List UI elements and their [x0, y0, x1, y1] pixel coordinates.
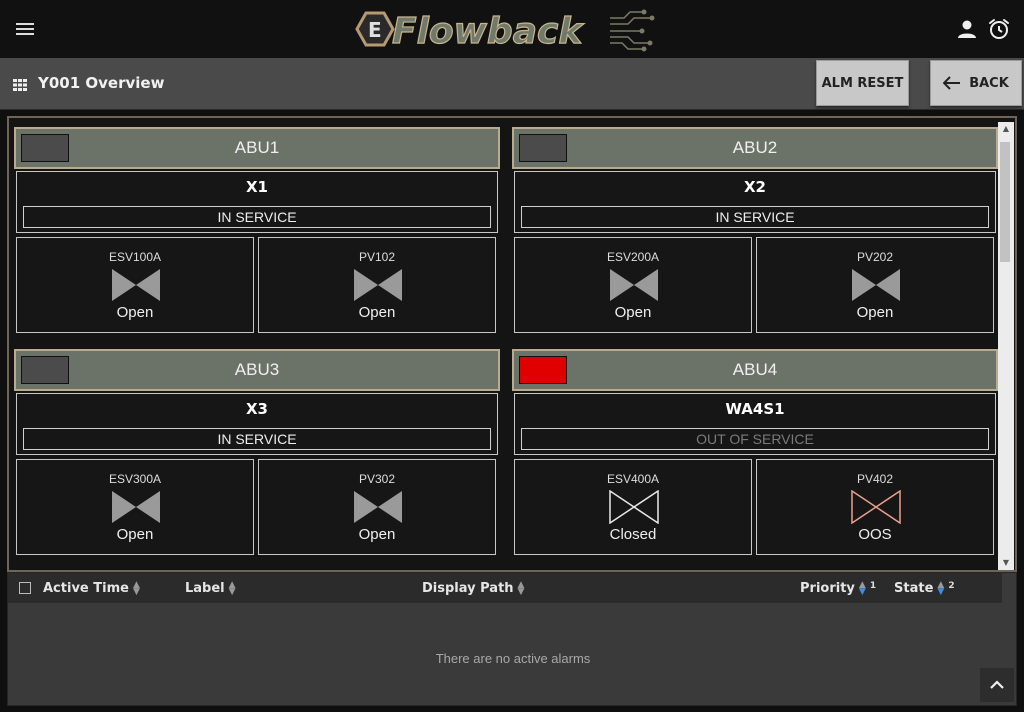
service-status: IN SERVICE [23, 206, 491, 228]
sort-icon[interactable]: ▲ ▼ [859, 580, 866, 596]
valve-cell[interactable]: ESV200A Open [514, 237, 752, 333]
panel-header: ABU1 [14, 127, 500, 169]
column-header[interactable]: Display Path ▲ ▼ [422, 580, 525, 596]
flowback-logo: E Flowback [352, 4, 657, 54]
abu-panel: ABU3 X3 IN SERVICE ESV300A Open PV302 Open [14, 349, 500, 557]
column-header[interactable]: Active Time ▲ ▼ [43, 580, 140, 596]
page-titlebar: Y001 Overview ALM RESET BACK [0, 58, 1024, 110]
column-header[interactable]: Label ▲ ▼ [185, 580, 236, 596]
well-box[interactable]: X2 IN SERVICE [514, 171, 996, 233]
valve-cell[interactable]: PV302 Open [258, 459, 496, 555]
panel-title: ABU2 [732, 138, 778, 157]
scrollbar-thumb[interactable] [1000, 142, 1010, 262]
valve-state: Closed [609, 526, 657, 543]
valve-tag: PV202 [856, 250, 894, 264]
valve-icon [851, 268, 901, 302]
grid-icon [13, 77, 27, 91]
alarm-reset-label: ALM RESET [821, 75, 904, 91]
well-name: X1 [245, 178, 268, 196]
valve-state: OOS [858, 526, 892, 543]
valve-icon [353, 490, 403, 524]
content-scrollbar[interactable]: ▲ ▼ [998, 122, 1014, 570]
abu-panel: ABU4 WA4S1 OUT OF SERVICE ESV400A Closed PV40… [512, 349, 998, 557]
hamburger-menu-icon[interactable] [16, 20, 36, 38]
valve-cell[interactable]: ESV100A Open [16, 237, 254, 333]
empty-alarms-message: There are no active alarms [435, 651, 591, 666]
well-box[interactable]: X3 IN SERVICE [16, 393, 498, 455]
user-icon[interactable] [955, 17, 979, 41]
svg-text:E: E [368, 18, 382, 42]
valve-tag: ESV200A [606, 250, 660, 264]
valve-state: Open [856, 304, 894, 321]
alarm-table: Active Time ▲ ▼ Label ▲ ▼ Display Path ▲ ▼ Priori… [7, 572, 1017, 706]
well-name: X2 [743, 178, 766, 196]
column-label: Label [185, 581, 225, 596]
scroll-to-top-button[interactable] [980, 668, 1014, 702]
panel-title: ABU4 [732, 360, 778, 379]
valve-state: Open [358, 304, 396, 321]
valve-icon [111, 268, 161, 302]
service-status: IN SERVICE [23, 428, 491, 450]
valve-icon [111, 490, 161, 524]
well-name: WA4S1 [725, 400, 785, 418]
valve-state: Open [116, 304, 154, 321]
panel-header: ABU2 [512, 127, 998, 169]
column-header[interactable]: Priority ▲ ▼ 1 [800, 580, 877, 596]
logo-text: Flowback [392, 11, 584, 52]
panel-title: ABU1 [234, 138, 280, 157]
valve-tag: PV102 [358, 250, 396, 264]
valve-icon [609, 268, 659, 302]
valve-state: Open [116, 526, 154, 543]
valve-state: Open [358, 526, 396, 543]
column-label: Priority [800, 581, 855, 596]
column-label: Active Time [43, 581, 129, 596]
valve-tag: ESV400A [606, 472, 660, 486]
column-label: State [894, 581, 934, 596]
well-box[interactable]: WA4S1 OUT OF SERVICE [514, 393, 996, 455]
abu-panel: ABU1 X1 IN SERVICE ESV100A Open PV102 Open [14, 127, 500, 335]
panel-title: ABU3 [234, 360, 280, 379]
abu-panel: ABU2 X2 IN SERVICE ESV200A Open PV202 Open [512, 127, 998, 335]
sort-icon[interactable]: ▲ ▼ [518, 580, 525, 596]
alarm-clock-icon[interactable] [987, 17, 1011, 41]
sort-icon[interactable]: ▲ ▼ [229, 580, 236, 596]
sort-order: 2 [948, 580, 955, 591]
valve-cell[interactable]: PV202 Open [756, 237, 994, 333]
column-label: Display Path [422, 581, 514, 596]
valve-cell[interactable]: ESV300A Open [16, 459, 254, 555]
back-label: BACK [969, 75, 1009, 91]
column-header[interactable]: State ▲ ▼ 2 [894, 580, 955, 596]
valve-icon [353, 268, 403, 302]
sort-icon[interactable]: ▲ ▼ [937, 580, 944, 596]
alarm-reset-button[interactable]: ALM RESET [816, 60, 909, 106]
valve-tag: ESV300A [108, 472, 162, 486]
valve-state: Open [614, 304, 652, 321]
panel-header: ABU3 [14, 349, 500, 391]
well-name: X3 [245, 400, 268, 418]
back-button[interactable]: BACK [930, 60, 1022, 106]
scroll-up-icon[interactable]: ▲ [998, 124, 1014, 133]
valve-cell[interactable]: PV102 Open [258, 237, 496, 333]
well-box[interactable]: X1 IN SERVICE [16, 171, 498, 233]
valve-tag: PV402 [856, 472, 894, 486]
valve-tag: ESV100A [108, 250, 162, 264]
app-header: E Flowback [0, 0, 1024, 58]
select-all-checkbox[interactable] [19, 582, 31, 594]
valve-tag: PV302 [358, 472, 396, 486]
valve-icon [609, 489, 659, 525]
scroll-down-icon[interactable]: ▼ [998, 558, 1014, 567]
valve-icon [851, 489, 901, 525]
service-status: OUT OF SERVICE [521, 428, 989, 450]
sort-icon[interactable]: ▲ ▼ [133, 580, 140, 596]
panel-header: ABU4 [512, 349, 998, 391]
arrow-left-icon [943, 76, 961, 90]
sort-order: 1 [869, 580, 877, 591]
alarm-table-header: Active Time ▲ ▼ Label ▲ ▼ Display Path ▲ ▼ Priori… [8, 573, 1002, 603]
valve-cell[interactable]: PV402 OOS [756, 459, 994, 555]
chevron-up-icon [990, 680, 1004, 689]
service-status: IN SERVICE [521, 206, 989, 228]
page-title: Y001 Overview [38, 74, 165, 92]
valve-cell[interactable]: ESV400A Closed [514, 459, 752, 555]
